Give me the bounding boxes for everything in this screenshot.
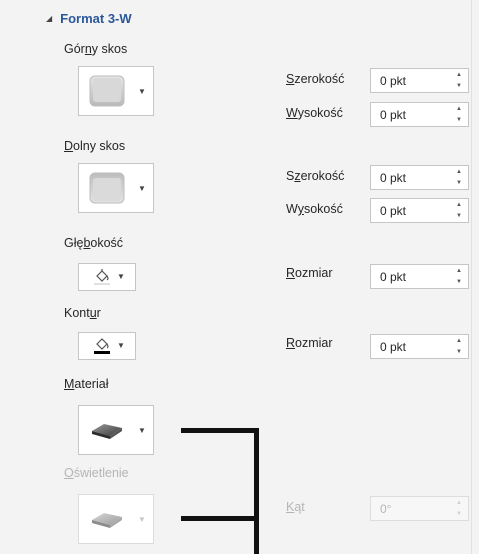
spinner-down-icon[interactable]: ▼: [456, 179, 462, 187]
chevron-down-icon: ▼: [117, 341, 125, 350]
lighting-picker[interactable]: ▼: [78, 494, 154, 544]
top-bevel-width-input[interactable]: [371, 69, 447, 92]
chevron-down-icon: ▼: [138, 184, 146, 193]
spinner-down-icon[interactable]: ▼: [456, 82, 462, 90]
contour-size-input[interactable]: [371, 335, 447, 358]
top-bevel-width-spinner[interactable]: ▲▼: [370, 68, 469, 93]
paint-bucket-icon: [94, 338, 110, 354]
material-label: Materiał: [64, 377, 109, 391]
spinner-down-icon[interactable]: ▼: [456, 510, 462, 518]
lighting-preset-icon: [92, 513, 122, 528]
material-picker[interactable]: ▼: [78, 405, 154, 455]
format-shape-pane: ◢ Format 3-W Górny skos ▼ Szerokość ▲▼ W…: [0, 0, 471, 554]
bottom-bevel-width-spinner[interactable]: ▲▼: [370, 165, 469, 190]
spinner-down-icon[interactable]: ▼: [456, 212, 462, 220]
spinner-up-icon[interactable]: ▲: [456, 105, 462, 113]
bottom-bevel-height-input[interactable]: [371, 199, 447, 222]
depth-color-picker[interactable]: ▼: [78, 263, 136, 291]
bevel-preset-icon: [89, 75, 125, 107]
depth-size-input[interactable]: [371, 265, 447, 288]
spinner-up-icon[interactable]: ▲: [456, 168, 462, 176]
top-bevel-width-label: Szerokość: [286, 72, 345, 86]
spinner-up-icon[interactable]: ▲: [456, 499, 462, 507]
lighting-angle-input[interactable]: [371, 497, 447, 520]
bottom-bevel-label: Dolny skos: [64, 139, 126, 153]
bottom-bevel-width-label: Szerokość: [286, 169, 345, 183]
contour-label: Kontur: [64, 306, 101, 320]
section-format-3d-header[interactable]: ◢ Format 3-W: [46, 11, 132, 26]
lighting-label: Oświetlenie: [64, 466, 129, 480]
contour-color-picker[interactable]: ▼: [78, 332, 136, 360]
bottom-bevel-picker[interactable]: ▼: [78, 163, 154, 213]
chevron-down-icon: ▼: [138, 87, 146, 96]
spinner-up-icon[interactable]: ▲: [456, 267, 462, 275]
paint-bucket-icon: [94, 269, 110, 285]
spinner-up-icon[interactable]: ▲: [456, 337, 462, 345]
lighting-angle-spinner[interactable]: ▲▼: [370, 496, 469, 521]
spinner-down-icon[interactable]: ▼: [456, 348, 462, 356]
chevron-down-icon: ▼: [117, 272, 125, 281]
annotation-bracket-bottom: [181, 516, 259, 521]
section-title: Format 3-W: [60, 11, 132, 26]
spinner-down-icon[interactable]: ▼: [456, 278, 462, 286]
bottom-bevel-height-spinner[interactable]: ▲▼: [370, 198, 469, 223]
triangle-down-icon: ◢: [46, 14, 53, 23]
chevron-down-icon: ▼: [138, 426, 146, 435]
top-bevel-height-input[interactable]: [371, 103, 447, 126]
top-bevel-height-spinner[interactable]: ▲▼: [370, 102, 469, 127]
depth-size-spinner[interactable]: ▲▼: [370, 264, 469, 289]
annotation-bracket-top: [181, 428, 259, 433]
pane-scrollbar[interactable]: [471, 0, 479, 554]
spinner-down-icon[interactable]: ▼: [456, 116, 462, 124]
contour-size-spinner[interactable]: ▲▼: [370, 334, 469, 359]
lighting-angle-label: Kąt: [286, 500, 305, 514]
depth-size-label: Rozmiar: [286, 266, 333, 280]
chevron-down-icon: ▼: [138, 515, 146, 524]
spinner-up-icon[interactable]: ▲: [456, 71, 462, 79]
top-bevel-height-label: Wysokość: [286, 106, 343, 120]
bevel-preset-icon: [89, 172, 125, 204]
material-preset-icon: [92, 424, 122, 439]
contour-size-label: Rozmiar: [286, 336, 333, 350]
spinner-up-icon[interactable]: ▲: [456, 201, 462, 209]
bottom-bevel-width-input[interactable]: [371, 166, 447, 189]
top-bevel-picker[interactable]: ▼: [78, 66, 154, 116]
depth-label: Głębokość: [64, 236, 124, 250]
top-bevel-label: Górny skos: [64, 42, 128, 56]
annotation-bracket-vertical: [254, 428, 259, 554]
bottom-bevel-height-label: Wysokość: [286, 202, 343, 216]
